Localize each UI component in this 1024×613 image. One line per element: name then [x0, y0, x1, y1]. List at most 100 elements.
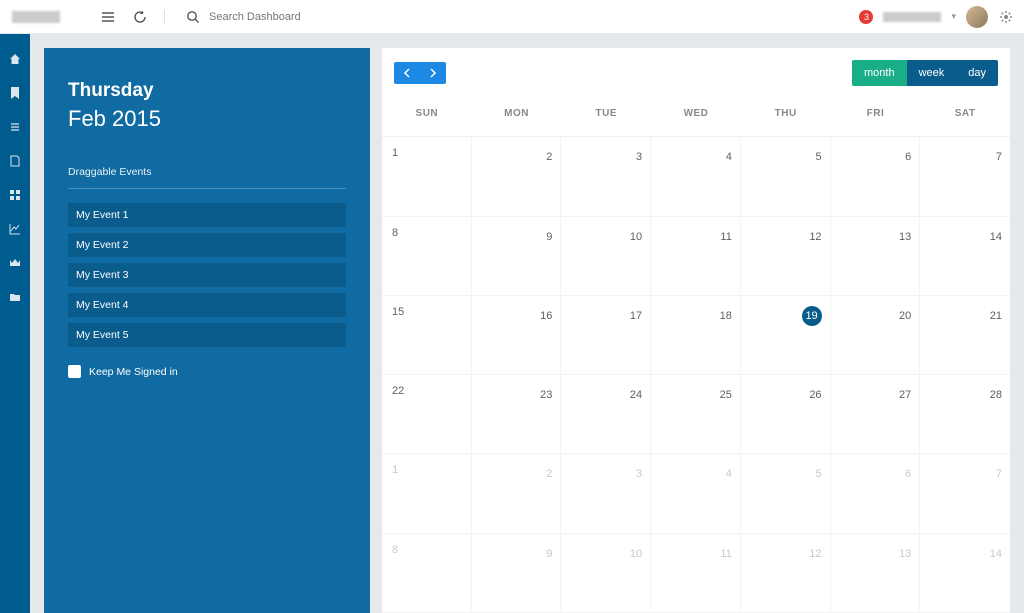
home-icon[interactable]	[8, 52, 22, 66]
keep-signed-checkbox[interactable]	[68, 365, 81, 378]
calendar-cell[interactable]: 18	[651, 296, 741, 375]
calendar-cell[interactable]: 7	[920, 454, 1010, 533]
calendar-cell[interactable]: 4	[651, 454, 741, 533]
calendar-cell[interactable]: 17	[561, 296, 651, 375]
bookmark-icon[interactable]	[8, 86, 22, 100]
search-icon[interactable]	[185, 9, 201, 25]
calendar-cell[interactable]: 1	[382, 137, 472, 216]
view-day-button[interactable]: day	[956, 60, 998, 86]
calendar-cell[interactable]: 22	[382, 375, 472, 454]
calendar-day-number: 7	[996, 468, 1002, 480]
event-item[interactable]: My Event 1	[68, 203, 346, 227]
calendar-cell[interactable]: 2	[472, 454, 562, 533]
calendar-day-number: 6	[905, 151, 911, 163]
event-item[interactable]: My Event 5	[68, 323, 346, 347]
calendar-day-number: 24	[630, 389, 642, 401]
event-item[interactable]: My Event 2	[68, 233, 346, 257]
calendar-day-number: 1	[392, 464, 398, 476]
calendar-cell[interactable]: 13	[831, 534, 921, 613]
calendar-cell[interactable]: 25	[651, 375, 741, 454]
calendar-cell[interactable]: 2	[472, 137, 562, 216]
crown-icon[interactable]	[8, 256, 22, 270]
calendar-dow-header: WED	[651, 98, 741, 137]
event-item[interactable]: My Event 4	[68, 293, 346, 317]
calendar-day-number: 13	[899, 548, 911, 560]
calendar-cell[interactable]: 14	[920, 217, 1010, 296]
avatar[interactable]	[966, 6, 988, 28]
chart-icon[interactable]	[8, 222, 22, 236]
calendar-day-number: 8	[392, 544, 398, 556]
events-panel: Thursday Feb 2015 Draggable Events My Ev…	[44, 48, 370, 613]
view-month-button[interactable]: month	[852, 60, 907, 86]
calendar-day-number: 9	[546, 548, 552, 560]
calendar-cell[interactable]: 4	[651, 137, 741, 216]
calendar-day-number: 2	[546, 151, 552, 163]
calendar-cell[interactable]: 9	[472, 534, 562, 613]
calendar-day-today: 19	[802, 306, 822, 326]
calendar-day-number: 12	[809, 548, 821, 560]
grid-icon[interactable]	[8, 188, 22, 202]
calendar-cell[interactable]: 28	[920, 375, 1010, 454]
file-icon[interactable]	[8, 154, 22, 168]
refresh-icon[interactable]	[132, 9, 148, 25]
calendar-cell[interactable]: 27	[831, 375, 921, 454]
next-button[interactable]	[420, 62, 446, 84]
calendar-cell[interactable]: 7	[920, 137, 1010, 216]
calendar-cell[interactable]: 8	[382, 217, 472, 296]
calendar-day-number: 28	[990, 389, 1002, 401]
calendar-cell[interactable]: 19	[741, 296, 831, 375]
prev-button[interactable]	[394, 62, 420, 84]
calendar-cell[interactable]: 5	[741, 454, 831, 533]
current-day-label: Thursday	[68, 80, 346, 102]
calendar-cell[interactable]: 10	[561, 217, 651, 296]
calendar-cell[interactable]: 16	[472, 296, 562, 375]
menu-toggle-icon[interactable]	[100, 9, 116, 25]
calendar-cell[interactable]: 6	[831, 454, 921, 533]
calendar-cell[interactable]: 11	[651, 217, 741, 296]
chevron-down-icon[interactable]: ▾	[951, 11, 956, 22]
calendar-cell[interactable]: 12	[741, 217, 831, 296]
calendar-dow-header: FRI	[831, 98, 921, 137]
calendar-cell[interactable]: 3	[561, 454, 651, 533]
calendar-cell[interactable]: 13	[831, 217, 921, 296]
gear-icon[interactable]	[998, 9, 1014, 25]
calendar-cell[interactable]: 8	[382, 534, 472, 613]
calendar-cell[interactable]: 6	[831, 137, 921, 216]
folder-icon[interactable]	[8, 290, 22, 304]
calendar-day-number: 9	[546, 231, 552, 243]
calendar-cell[interactable]: 14	[920, 534, 1010, 613]
calendar-cell[interactable]: 10	[561, 534, 651, 613]
calendar-cell[interactable]: 20	[831, 296, 921, 375]
calendar-toolbar: month week day	[382, 48, 1010, 98]
calendar-cell[interactable]: 3	[561, 137, 651, 216]
calendar-day-number: 25	[720, 389, 732, 401]
event-item[interactable]: My Event 3	[68, 263, 346, 287]
calendar-cell[interactable]: 24	[561, 375, 651, 454]
calendar-day-number: 11	[720, 231, 731, 243]
calendar-cell[interactable]: 15	[382, 296, 472, 375]
calendar-day-number: 27	[899, 389, 911, 401]
notification-badge[interactable]: 3	[859, 10, 873, 24]
calendar-cell[interactable]: 23	[472, 375, 562, 454]
calendar-day-number: 5	[815, 151, 821, 163]
calendar-day-number: 12	[809, 231, 821, 243]
calendar-cell[interactable]: 5	[741, 137, 831, 216]
view-week-button[interactable]: week	[907, 60, 957, 86]
events-list: My Event 1 My Event 2 My Event 3 My Even…	[68, 203, 346, 347]
calendar-cell[interactable]: 11	[651, 534, 741, 613]
calendar-day-number: 7	[996, 151, 1002, 163]
calendar-cell[interactable]: 1	[382, 454, 472, 533]
list-icon[interactable]	[8, 120, 22, 134]
calendar-cell[interactable]: 21	[920, 296, 1010, 375]
calendar-day-number: 21	[990, 310, 1002, 322]
calendar-dow-header: TUE	[561, 98, 651, 137]
calendar-day-number: 5	[815, 468, 821, 480]
calendar-day-number: 2	[546, 468, 552, 480]
calendar-cell[interactable]: 26	[741, 375, 831, 454]
search-input[interactable]	[209, 11, 359, 23]
calendar-panel: month week day SUNMONTUEWEDTHUFRISAT1234…	[382, 48, 1010, 613]
calendar-day-number: 14	[990, 548, 1002, 560]
calendar-day-number: 20	[899, 310, 911, 322]
calendar-cell[interactable]: 9	[472, 217, 562, 296]
calendar-cell[interactable]: 12	[741, 534, 831, 613]
